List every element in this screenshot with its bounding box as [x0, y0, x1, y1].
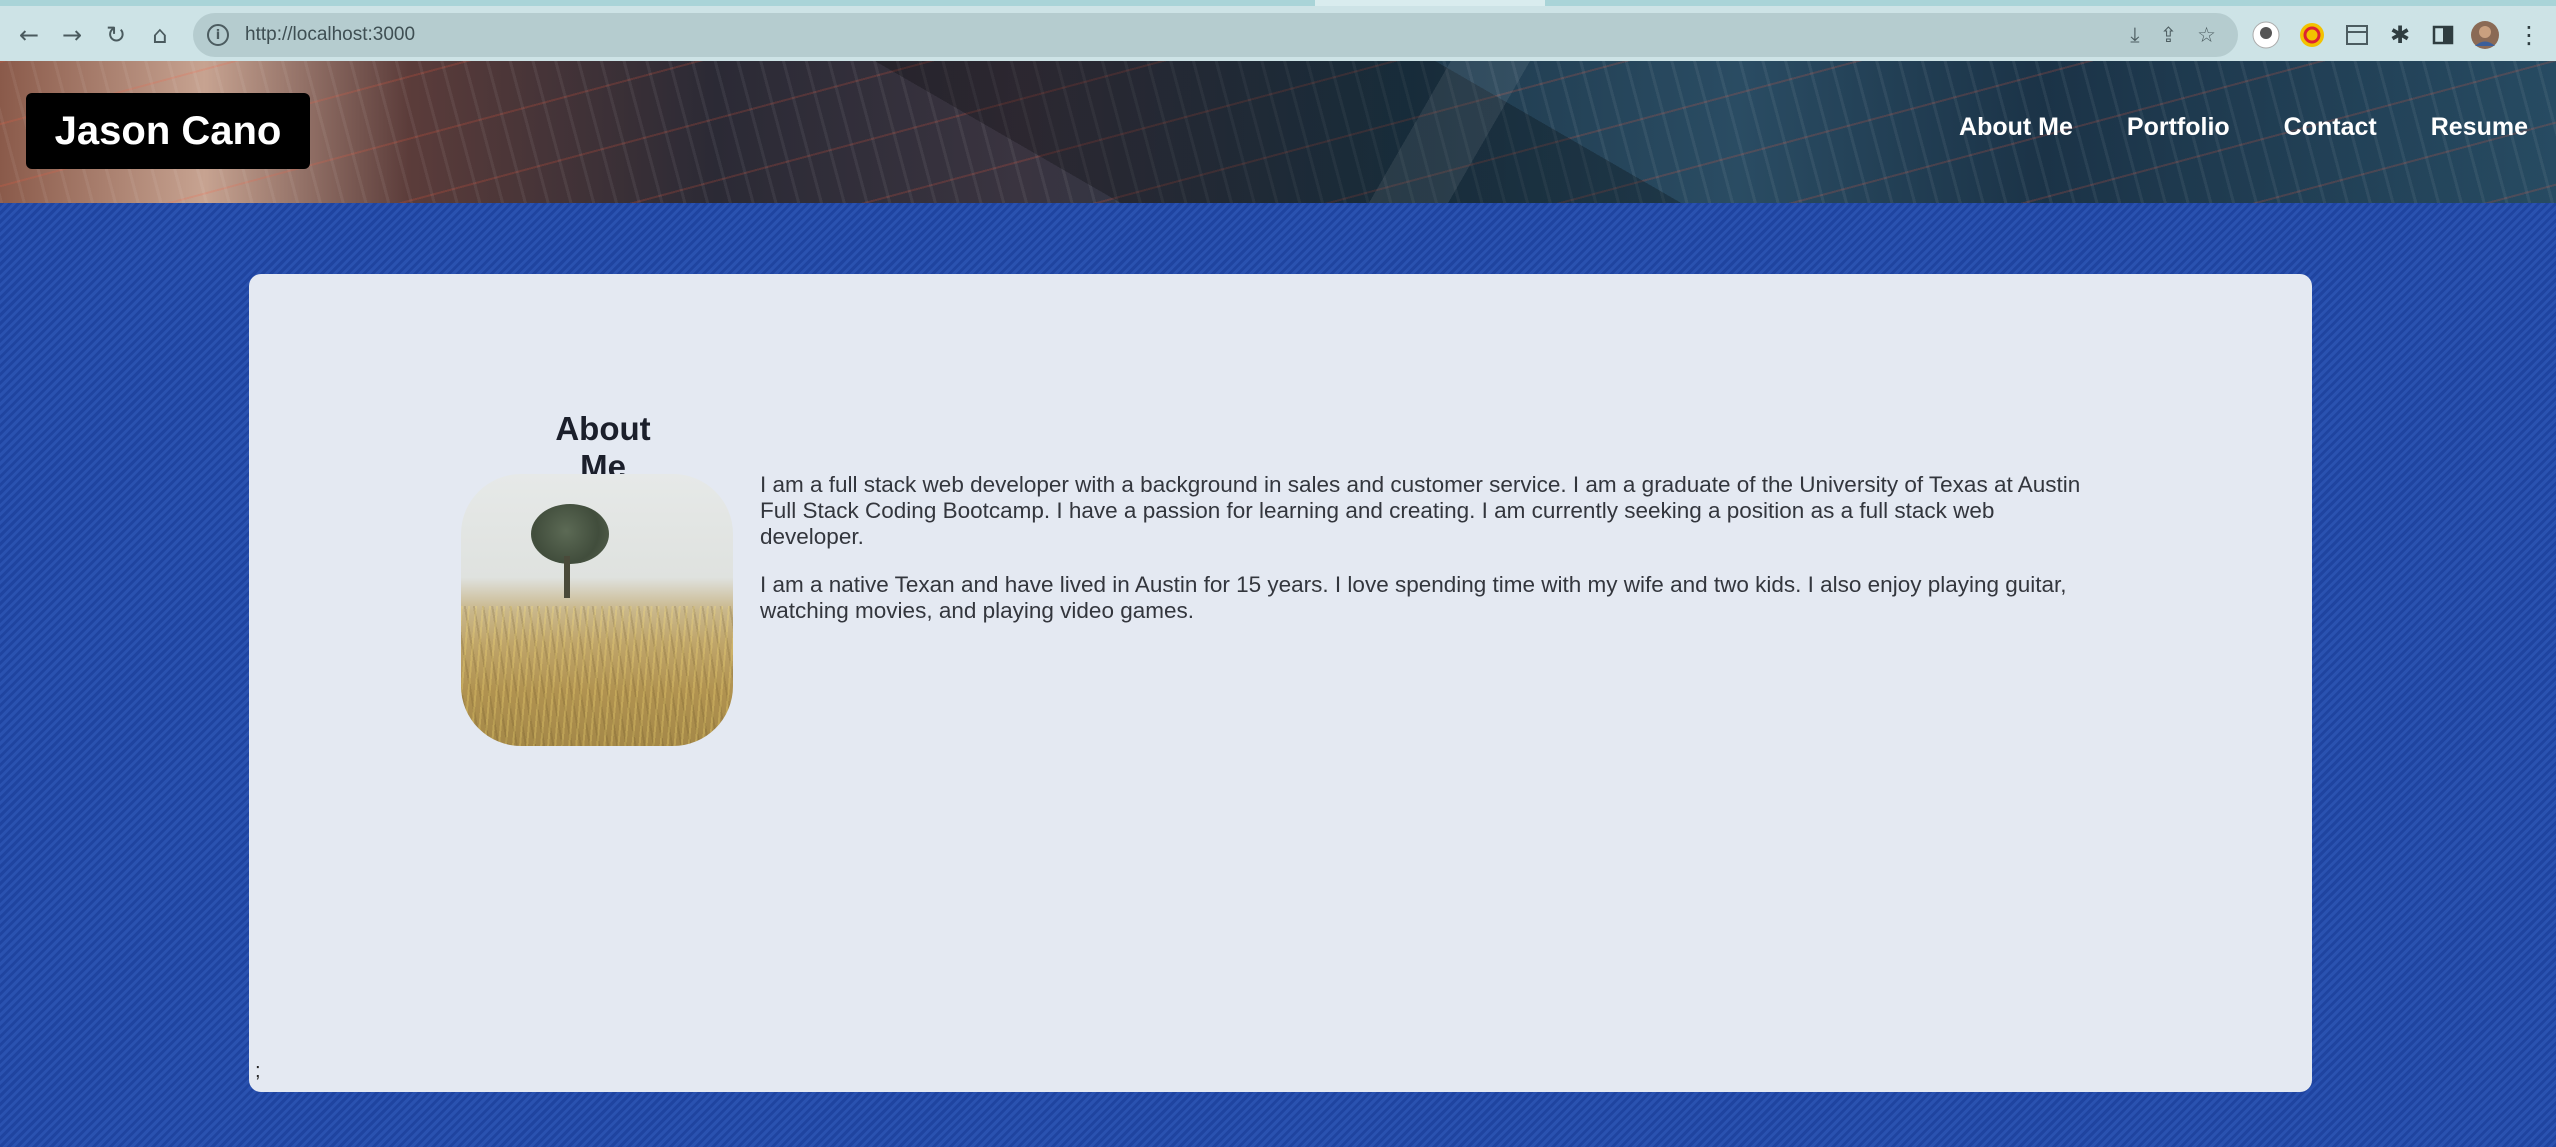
install-icon[interactable]: ⤓: [2130, 23, 2139, 48]
stray-text: ;: [255, 1060, 261, 1082]
extension-2-icon[interactable]: [2297, 20, 2327, 50]
profile-photo: [461, 474, 733, 746]
reload-icon[interactable]: ↻: [99, 18, 133, 52]
home-icon[interactable]: ⌂: [143, 18, 177, 52]
nav-contact[interactable]: Contact: [2284, 113, 2377, 142]
loading-indicator: [1315, 0, 1545, 6]
forward-icon[interactable]: →: [55, 18, 89, 52]
bookmark-star-icon[interactable]: ☆: [2197, 23, 2216, 47]
back-icon[interactable]: ←: [12, 18, 46, 52]
about-paragraph-2: I am a native Texan and have lived in Au…: [760, 572, 2067, 623]
share-icon[interactable]: ⇪: [2160, 23, 2178, 47]
about-paragraph-1: I am a full stack web developer with a b…: [760, 472, 2081, 549]
tree-image-detail: [531, 504, 609, 564]
field-image-detail: [461, 606, 733, 746]
profile-avatar-icon[interactable]: [2470, 20, 2500, 50]
menu-kebab-icon[interactable]: ⋮: [2514, 20, 2544, 50]
site-nav: About Me Portfolio Contact Resume: [1959, 113, 2528, 142]
brand-logo[interactable]: Jason Cano: [26, 93, 310, 169]
extension-3-icon[interactable]: [2342, 20, 2372, 50]
site-info-icon[interactable]: i: [207, 24, 229, 46]
address-bar[interactable]: i http://localhost:3000 ⤓ ⇪ ☆: [193, 13, 2238, 57]
extension-1-icon[interactable]: [2251, 20, 2281, 50]
side-panel-icon[interactable]: [2428, 20, 2458, 50]
puzzle-extensions-icon[interactable]: ✱: [2385, 20, 2415, 50]
nav-portfolio[interactable]: Portfolio: [2127, 113, 2230, 142]
tree-trunk-detail: [564, 556, 570, 598]
browser-toolbar: ← → ↻ ⌂ i http://localhost:3000 ⤓ ⇪ ☆ ✱ …: [0, 0, 2556, 61]
nav-resume[interactable]: Resume: [2431, 113, 2528, 142]
site-header: Jason Cano About Me Portfolio Contact Re…: [0, 61, 2556, 203]
nav-about-me[interactable]: About Me: [1959, 113, 2073, 142]
url-text[interactable]: http://localhost:3000: [245, 24, 415, 46]
about-text: I am a full stack web developer with a b…: [760, 472, 2090, 646]
